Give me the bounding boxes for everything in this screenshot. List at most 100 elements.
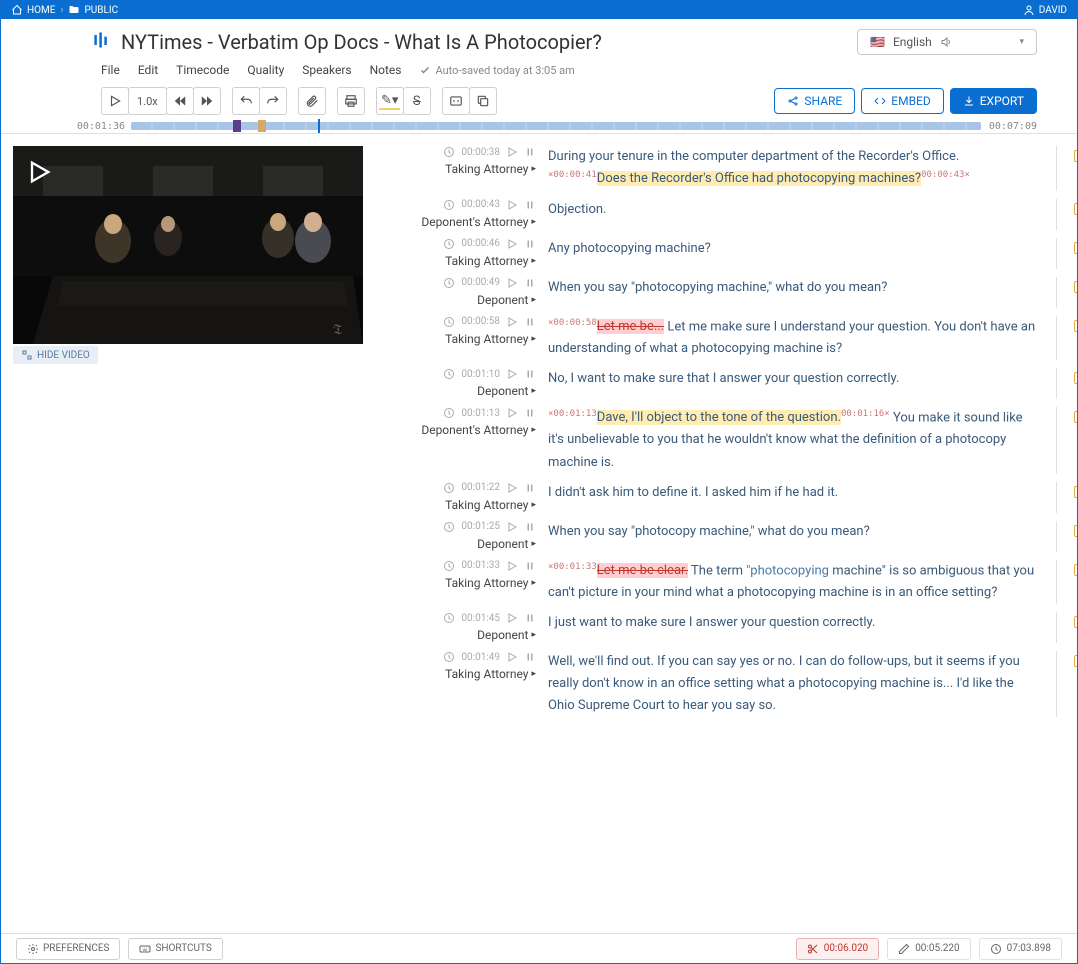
timeline-playhead[interactable] xyxy=(318,119,320,133)
segment-text[interactable]: Objection. xyxy=(548,202,607,217)
caption-button[interactable] xyxy=(442,87,470,115)
play-segment-icon[interactable] xyxy=(506,316,518,328)
segment-body[interactable]: ×00:01:33Let me be clear. The term "phot… xyxy=(548,560,1056,605)
menu-speakers[interactable]: Speakers xyxy=(302,63,351,77)
shortcuts-button[interactable]: SHORTCUTS xyxy=(128,938,222,960)
print-button[interactable] xyxy=(337,87,365,115)
play-segment-icon[interactable] xyxy=(506,368,518,380)
segment-speaker[interactable]: Taking Attorney ▸ xyxy=(445,254,536,268)
segment-text[interactable]: I just want to make sure I answer your q… xyxy=(548,615,875,630)
pause-segment-icon[interactable] xyxy=(524,146,536,158)
note-icon[interactable] xyxy=(1074,486,1077,498)
rewind-button[interactable] xyxy=(166,87,194,115)
segment-text[interactable]: Any photocopying machine? xyxy=(548,241,711,256)
share-button[interactable]: SHARE xyxy=(774,88,855,114)
segment-body[interactable]: I just want to make sure I answer your q… xyxy=(548,612,1056,643)
segment-text[interactable]: When you say "photocopying machine," wha… xyxy=(548,280,887,295)
segment-speaker[interactable]: Deponent ▸ xyxy=(477,537,536,551)
segment-body[interactable]: During your tenure in the computer depar… xyxy=(548,146,1056,191)
segment-text[interactable]: I didn't ask him to define it. I asked h… xyxy=(548,485,838,500)
segment-speaker[interactable]: Deponent ▸ xyxy=(477,384,536,398)
segment-speaker[interactable]: Taking Attorney ▸ xyxy=(445,498,536,512)
pause-segment-icon[interactable] xyxy=(524,482,536,494)
play-button[interactable] xyxy=(101,87,129,115)
transcript-list[interactable]: 00:00:38 Taking Attorney ▸ During your t… xyxy=(363,134,1077,933)
undo-button[interactable] xyxy=(232,87,260,115)
segment-speaker[interactable]: Deponent ▸ xyxy=(477,628,536,642)
user-menu[interactable]: DAVID xyxy=(1023,4,1067,16)
highlight-button[interactable]: ✎▾ xyxy=(376,87,404,115)
pause-segment-icon[interactable] xyxy=(524,238,536,250)
segment-speaker[interactable]: Deponent's Attorney ▸ xyxy=(421,215,536,229)
home-link[interactable]: HOME xyxy=(11,4,55,16)
segment-body[interactable]: When you say "photocopy machine," what d… xyxy=(548,521,1056,552)
segment-text[interactable]: When you say "photocopy machine," what d… xyxy=(548,524,870,539)
segment-text[interactable]: During your tenure in the computer depar… xyxy=(548,149,959,164)
pause-segment-icon[interactable] xyxy=(524,316,536,328)
segment-speaker[interactable]: Taking Attorney ▸ xyxy=(445,332,536,346)
pause-segment-icon[interactable] xyxy=(524,651,536,663)
play-segment-icon[interactable] xyxy=(506,238,518,250)
pause-segment-icon[interactable] xyxy=(524,407,536,419)
segment-strike[interactable]: Let me be... xyxy=(597,319,664,334)
segment-speaker[interactable]: Taking Attorney ▸ xyxy=(445,667,536,681)
note-icon[interactable] xyxy=(1074,242,1077,254)
play-segment-icon[interactable] xyxy=(506,277,518,289)
segment-body[interactable]: ×00:01:13Dave, I'll object to the tone o… xyxy=(548,407,1056,474)
segment-highlight[interactable]: Dave, I'll object to the tone of the que… xyxy=(597,410,841,425)
note-icon[interactable] xyxy=(1074,525,1077,537)
play-segment-icon[interactable] xyxy=(506,199,518,211)
note-icon[interactable] xyxy=(1074,411,1077,423)
note-icon[interactable] xyxy=(1074,564,1077,576)
segment-text[interactable]: Well, we'll find out. If you can say yes… xyxy=(548,654,1020,713)
strikethrough-button[interactable]: S xyxy=(403,87,431,115)
segment-quote[interactable]: "photocopying xyxy=(746,563,829,578)
note-icon[interactable] xyxy=(1074,320,1077,332)
note-icon[interactable] xyxy=(1074,655,1077,667)
preferences-button[interactable]: PREFERENCES xyxy=(16,938,120,960)
pause-segment-icon[interactable] xyxy=(524,560,536,572)
note-icon[interactable] xyxy=(1074,281,1077,293)
public-link[interactable]: PUBLIC xyxy=(68,4,118,16)
note-icon[interactable] xyxy=(1074,150,1077,162)
language-selector[interactable]: 🇺🇸 English ▾ xyxy=(857,29,1037,55)
segment-speaker[interactable]: Deponent's Attorney ▸ xyxy=(421,423,536,437)
attach-button[interactable] xyxy=(298,87,326,115)
pause-segment-icon[interactable] xyxy=(524,368,536,380)
play-segment-icon[interactable] xyxy=(506,482,518,494)
pause-segment-icon[interactable] xyxy=(524,277,536,289)
play-segment-icon[interactable] xyxy=(506,612,518,624)
play-segment-icon[interactable] xyxy=(506,651,518,663)
segment-body[interactable]: Objection. xyxy=(548,199,1056,230)
pause-segment-icon[interactable] xyxy=(524,199,536,211)
play-segment-icon[interactable] xyxy=(506,521,518,533)
segment-body[interactable]: I didn't ask him to define it. I asked h… xyxy=(548,482,1056,513)
segment-text[interactable]: The term xyxy=(688,563,746,578)
segment-highlight[interactable]: Does the Recorder's Office had photocopy… xyxy=(597,171,921,186)
pause-segment-icon[interactable] xyxy=(524,612,536,624)
play-segment-icon[interactable] xyxy=(506,560,518,572)
menu-quality[interactable]: Quality xyxy=(247,63,284,77)
segment-body[interactable]: ×00:00:58Let me be... Let me make sure I… xyxy=(548,316,1056,361)
embed-button[interactable]: EMBED xyxy=(861,88,943,114)
note-icon[interactable] xyxy=(1074,616,1077,628)
note-icon[interactable] xyxy=(1074,203,1077,215)
segment-body[interactable]: Any photocopying machine? xyxy=(548,238,1056,269)
export-button[interactable]: EXPORT xyxy=(950,88,1037,114)
copy-button[interactable] xyxy=(469,87,497,115)
segment-speaker[interactable]: Taking Attorney ▸ xyxy=(445,162,536,176)
play-segment-icon[interactable] xyxy=(506,407,518,419)
segment-speaker[interactable]: Taking Attorney ▸ xyxy=(445,576,536,590)
segment-strike[interactable]: Let me be clear. xyxy=(597,563,688,578)
play-segment-icon[interactable] xyxy=(506,146,518,158)
pause-segment-icon[interactable] xyxy=(524,521,536,533)
segment-text[interactable]: No, I want to make sure that I answer yo… xyxy=(548,371,899,386)
menu-edit[interactable]: Edit xyxy=(138,63,158,77)
redo-button[interactable] xyxy=(259,87,287,115)
segment-body[interactable]: No, I want to make sure that I answer yo… xyxy=(548,368,1056,399)
segment-body[interactable]: When you say "photocopying machine," wha… xyxy=(548,277,1056,308)
speed-button[interactable]: 1.0x xyxy=(128,87,167,115)
menu-file[interactable]: File xyxy=(101,63,120,77)
hide-video-button[interactable]: HIDE VIDEO xyxy=(13,346,98,364)
note-icon[interactable] xyxy=(1074,372,1077,384)
